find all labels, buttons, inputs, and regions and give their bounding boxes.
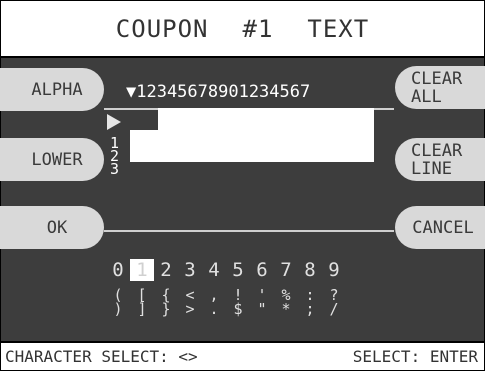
status-character-select: CHARACTER SELECT: <>: [5, 347, 198, 366]
text-field-line-2[interactable]: [130, 130, 374, 162]
ok-button[interactable]: OK: [0, 206, 104, 249]
char-key[interactable]: /: [322, 302, 346, 317]
char-key[interactable]: ): [106, 302, 130, 317]
ok-label: OK: [46, 217, 68, 238]
char-key[interactable]: 0: [106, 259, 130, 281]
char-key[interactable]: 7: [274, 259, 298, 281]
char-key[interactable]: *: [274, 302, 298, 317]
clear-line-label-1: CLEAR: [411, 140, 463, 161]
digit-row: 0123456789: [106, 259, 346, 281]
char-key[interactable]: .: [202, 302, 226, 317]
char-key[interactable]: 3: [178, 259, 202, 281]
char-key[interactable]: ": [250, 302, 274, 317]
status-bar: CHARACTER SELECT: <> SELECT: ENTER: [1, 341, 484, 370]
char-key[interactable]: }: [154, 302, 178, 317]
cancel-button[interactable]: CANCEL: [395, 206, 485, 249]
column-ruler: ▼12345678901234567: [126, 82, 311, 102]
lower-label: LOWER: [31, 149, 83, 170]
char-key[interactable]: ]: [130, 302, 154, 317]
alpha-button[interactable]: ALPHA: [0, 68, 104, 111]
char-key[interactable]: ;: [298, 302, 322, 317]
clear-all-button[interactable]: CLEAR ALL: [395, 66, 485, 109]
char-key[interactable]: 5: [226, 259, 250, 281]
clear-all-label-2: ALL: [411, 86, 442, 107]
char-key[interactable]: >: [178, 302, 202, 317]
status-select-enter: SELECT: ENTER: [352, 347, 478, 366]
title-text: TEXT: [307, 14, 370, 43]
char-key[interactable]: 4: [202, 259, 226, 281]
char-key[interactable]: 6: [250, 259, 274, 281]
clear-line-button[interactable]: CLEAR LINE: [395, 138, 485, 181]
char-key-selected[interactable]: 1: [130, 259, 154, 281]
title-number: #1: [242, 14, 274, 43]
title-bar: COUPON #1 TEXT: [1, 1, 484, 58]
char-key[interactable]: 2: [154, 259, 178, 281]
clear-all-label-1: CLEAR: [411, 68, 463, 89]
title-coupon: COUPON: [115, 14, 209, 43]
alpha-label: ALPHA: [31, 79, 83, 100]
symbol-row-bottom: )]} >. $ " *; /: [106, 302, 346, 317]
clear-line-label-2: LINE: [411, 158, 452, 179]
divider-line: [104, 230, 394, 232]
char-key[interactable]: 8: [298, 259, 322, 281]
cancel-label: CANCEL: [412, 217, 474, 238]
lower-button[interactable]: LOWER: [0, 138, 104, 181]
char-key[interactable]: $: [226, 302, 250, 317]
text-field-line-1[interactable]: [158, 108, 374, 130]
line-number-3: 3: [110, 160, 120, 178]
line-cursor-icon: [107, 114, 121, 130]
char-key[interactable]: 9: [322, 259, 346, 281]
